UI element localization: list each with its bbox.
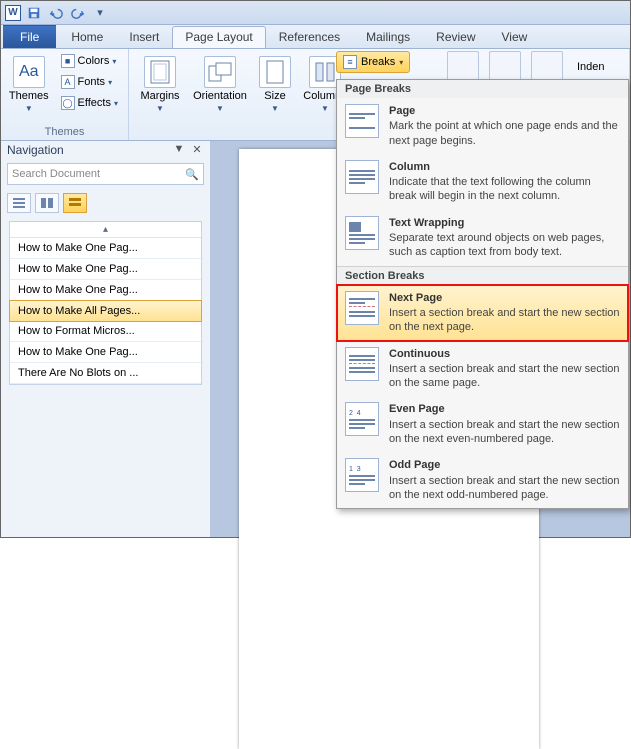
break-continuous-desc: Insert a section break and start the new… [389, 362, 620, 391]
break-oddpage-title: Odd Page [389, 458, 620, 472]
themes-label: Themes [9, 90, 49, 102]
effects-label: Effects [78, 97, 111, 109]
app-icon: W [5, 5, 21, 21]
break-evenpage-title: Even Page [389, 402, 620, 416]
break-next-page[interactable]: Next PageInsert a section break and star… [337, 285, 628, 341]
breaks-dropdown: Page Breaks PageMark the point at which … [336, 79, 629, 509]
nav-item[interactable]: How to Make One Pag... [10, 259, 201, 280]
themes-button[interactable]: Aa Themes ▼ [7, 51, 51, 117]
breaks-label: Breaks [361, 56, 395, 68]
break-text-wrapping[interactable]: Text WrappingSeparate text around object… [337, 210, 628, 266]
breaks-icon: ≡ [343, 55, 357, 69]
tab-page-layout[interactable]: Page Layout [172, 26, 265, 48]
tab-insert[interactable]: Insert [116, 26, 172, 48]
tab-home[interactable]: Home [58, 26, 116, 48]
size-label: Size [264, 90, 285, 102]
break-oddpage-desc: Insert a section break and start the new… [389, 474, 620, 503]
fonts-icon: A [61, 75, 75, 89]
break-column-title: Column [389, 160, 620, 174]
tab-file[interactable]: File [3, 25, 56, 48]
section-breaks-header: Section Breaks [337, 266, 628, 285]
nav-item[interactable]: How to Make One Pag... [10, 342, 201, 363]
break-page[interactable]: PageMark the point at which one page end… [337, 98, 628, 154]
break-textwrap-desc: Separate text around objects on web page… [389, 231, 620, 260]
nav-item[interactable]: How to Make One Pag... [10, 280, 201, 301]
search-input[interactable]: Search Document 🔍 [7, 163, 204, 185]
oddpage-break-icon: 1 3 [345, 458, 379, 492]
orientation-button[interactable]: Orientation▼ [189, 51, 251, 117]
break-continuous[interactable]: ContinuousInsert a section break and sta… [337, 341, 628, 397]
break-nextpage-title: Next Page [389, 291, 620, 305]
nav-dropdown-icon[interactable]: ▼ [172, 143, 186, 157]
tab-references[interactable]: References [266, 26, 353, 48]
page-breaks-header: Page Breaks [337, 80, 628, 98]
break-page-title: Page [389, 104, 620, 118]
theme-colors-button[interactable]: ■Colors▾ [57, 51, 122, 71]
nav-view-results[interactable] [63, 193, 87, 213]
effects-icon: ◯ [61, 96, 75, 110]
nav-item[interactable]: How to Format Micros... [10, 321, 201, 342]
break-column-desc: Indicate that the text following the col… [389, 175, 620, 204]
margins-button[interactable]: Margins▼ [135, 51, 185, 117]
break-column[interactable]: ColumnIndicate that the text following t… [337, 154, 628, 210]
continuous-break-icon [345, 347, 379, 381]
breaks-button[interactable]: ≡ Breaks ▾ [336, 51, 410, 73]
nav-item[interactable]: There Are No Blots on ... [10, 363, 201, 384]
nav-item[interactable]: How to Make One Pag... [10, 238, 201, 259]
colors-icon: ■ [61, 54, 75, 68]
tab-mailings[interactable]: Mailings [353, 26, 423, 48]
theme-effects-button[interactable]: ◯Effects▾ [57, 93, 122, 113]
break-evenpage-desc: Insert a section break and start the new… [389, 418, 620, 447]
page-break-icon [345, 104, 379, 138]
search-placeholder: Search Document [12, 168, 100, 180]
orientation-label: Orientation [193, 90, 247, 102]
navigation-pane: Navigation ▼ ✕ Search Document 🔍 ▴ How t… [1, 141, 211, 537]
group-label-themes: Themes [7, 125, 122, 140]
margins-label: Margins [140, 90, 179, 102]
navigation-title: Navigation [7, 143, 64, 157]
break-continuous-title: Continuous [389, 347, 620, 361]
colors-label: Colors [78, 55, 110, 67]
nav-item-selected[interactable]: How to Make All Pages... [9, 300, 202, 322]
break-nextpage-desc: Insert a section break and start the new… [389, 306, 620, 335]
qat-customize[interactable]: ▾ [91, 4, 109, 22]
break-odd-page[interactable]: 1 3 Odd Page Insert a section break and s… [337, 452, 628, 508]
size-button[interactable]: Size▼ [255, 51, 295, 117]
break-even-page[interactable]: 2 4 Even Page Insert a section break and … [337, 396, 628, 452]
tab-view[interactable]: View [489, 26, 541, 48]
quick-access-toolbar: W ▾ [1, 1, 630, 25]
nav-list: ▴ How to Make One Pag... How to Make One… [9, 221, 202, 385]
indent-label: Inden [577, 61, 605, 73]
save-button[interactable] [25, 4, 43, 22]
break-textwrap-title: Text Wrapping [389, 216, 620, 230]
orientation-icon [204, 56, 236, 88]
textwrap-break-icon [345, 216, 379, 250]
size-icon [259, 56, 291, 88]
break-page-desc: Mark the point at which one page ends an… [389, 119, 620, 148]
group-themes: Aa Themes ▼ ■Colors▾ AFonts▾ ◯Effects▾ T… [1, 49, 129, 140]
evenpage-break-icon: 2 4 [345, 402, 379, 436]
fonts-label: Fonts [78, 76, 106, 88]
theme-fonts-button[interactable]: AFonts▾ [57, 72, 122, 92]
nav-collapse-icon[interactable]: ▴ [10, 222, 201, 238]
search-icon: 🔍 [185, 168, 199, 181]
margins-icon [144, 56, 176, 88]
nav-close-icon[interactable]: ✕ [190, 143, 204, 157]
nav-view-pages[interactable] [35, 193, 59, 213]
nav-view-headings[interactable] [7, 193, 31, 213]
redo-button[interactable] [69, 4, 87, 22]
undo-button[interactable] [47, 4, 65, 22]
nextpage-break-icon [345, 291, 379, 325]
ribbon-tabs: File Home Insert Page Layout References … [1, 25, 630, 49]
column-break-icon [345, 160, 379, 194]
tab-review[interactable]: Review [423, 26, 488, 48]
themes-icon: Aa [13, 56, 45, 88]
